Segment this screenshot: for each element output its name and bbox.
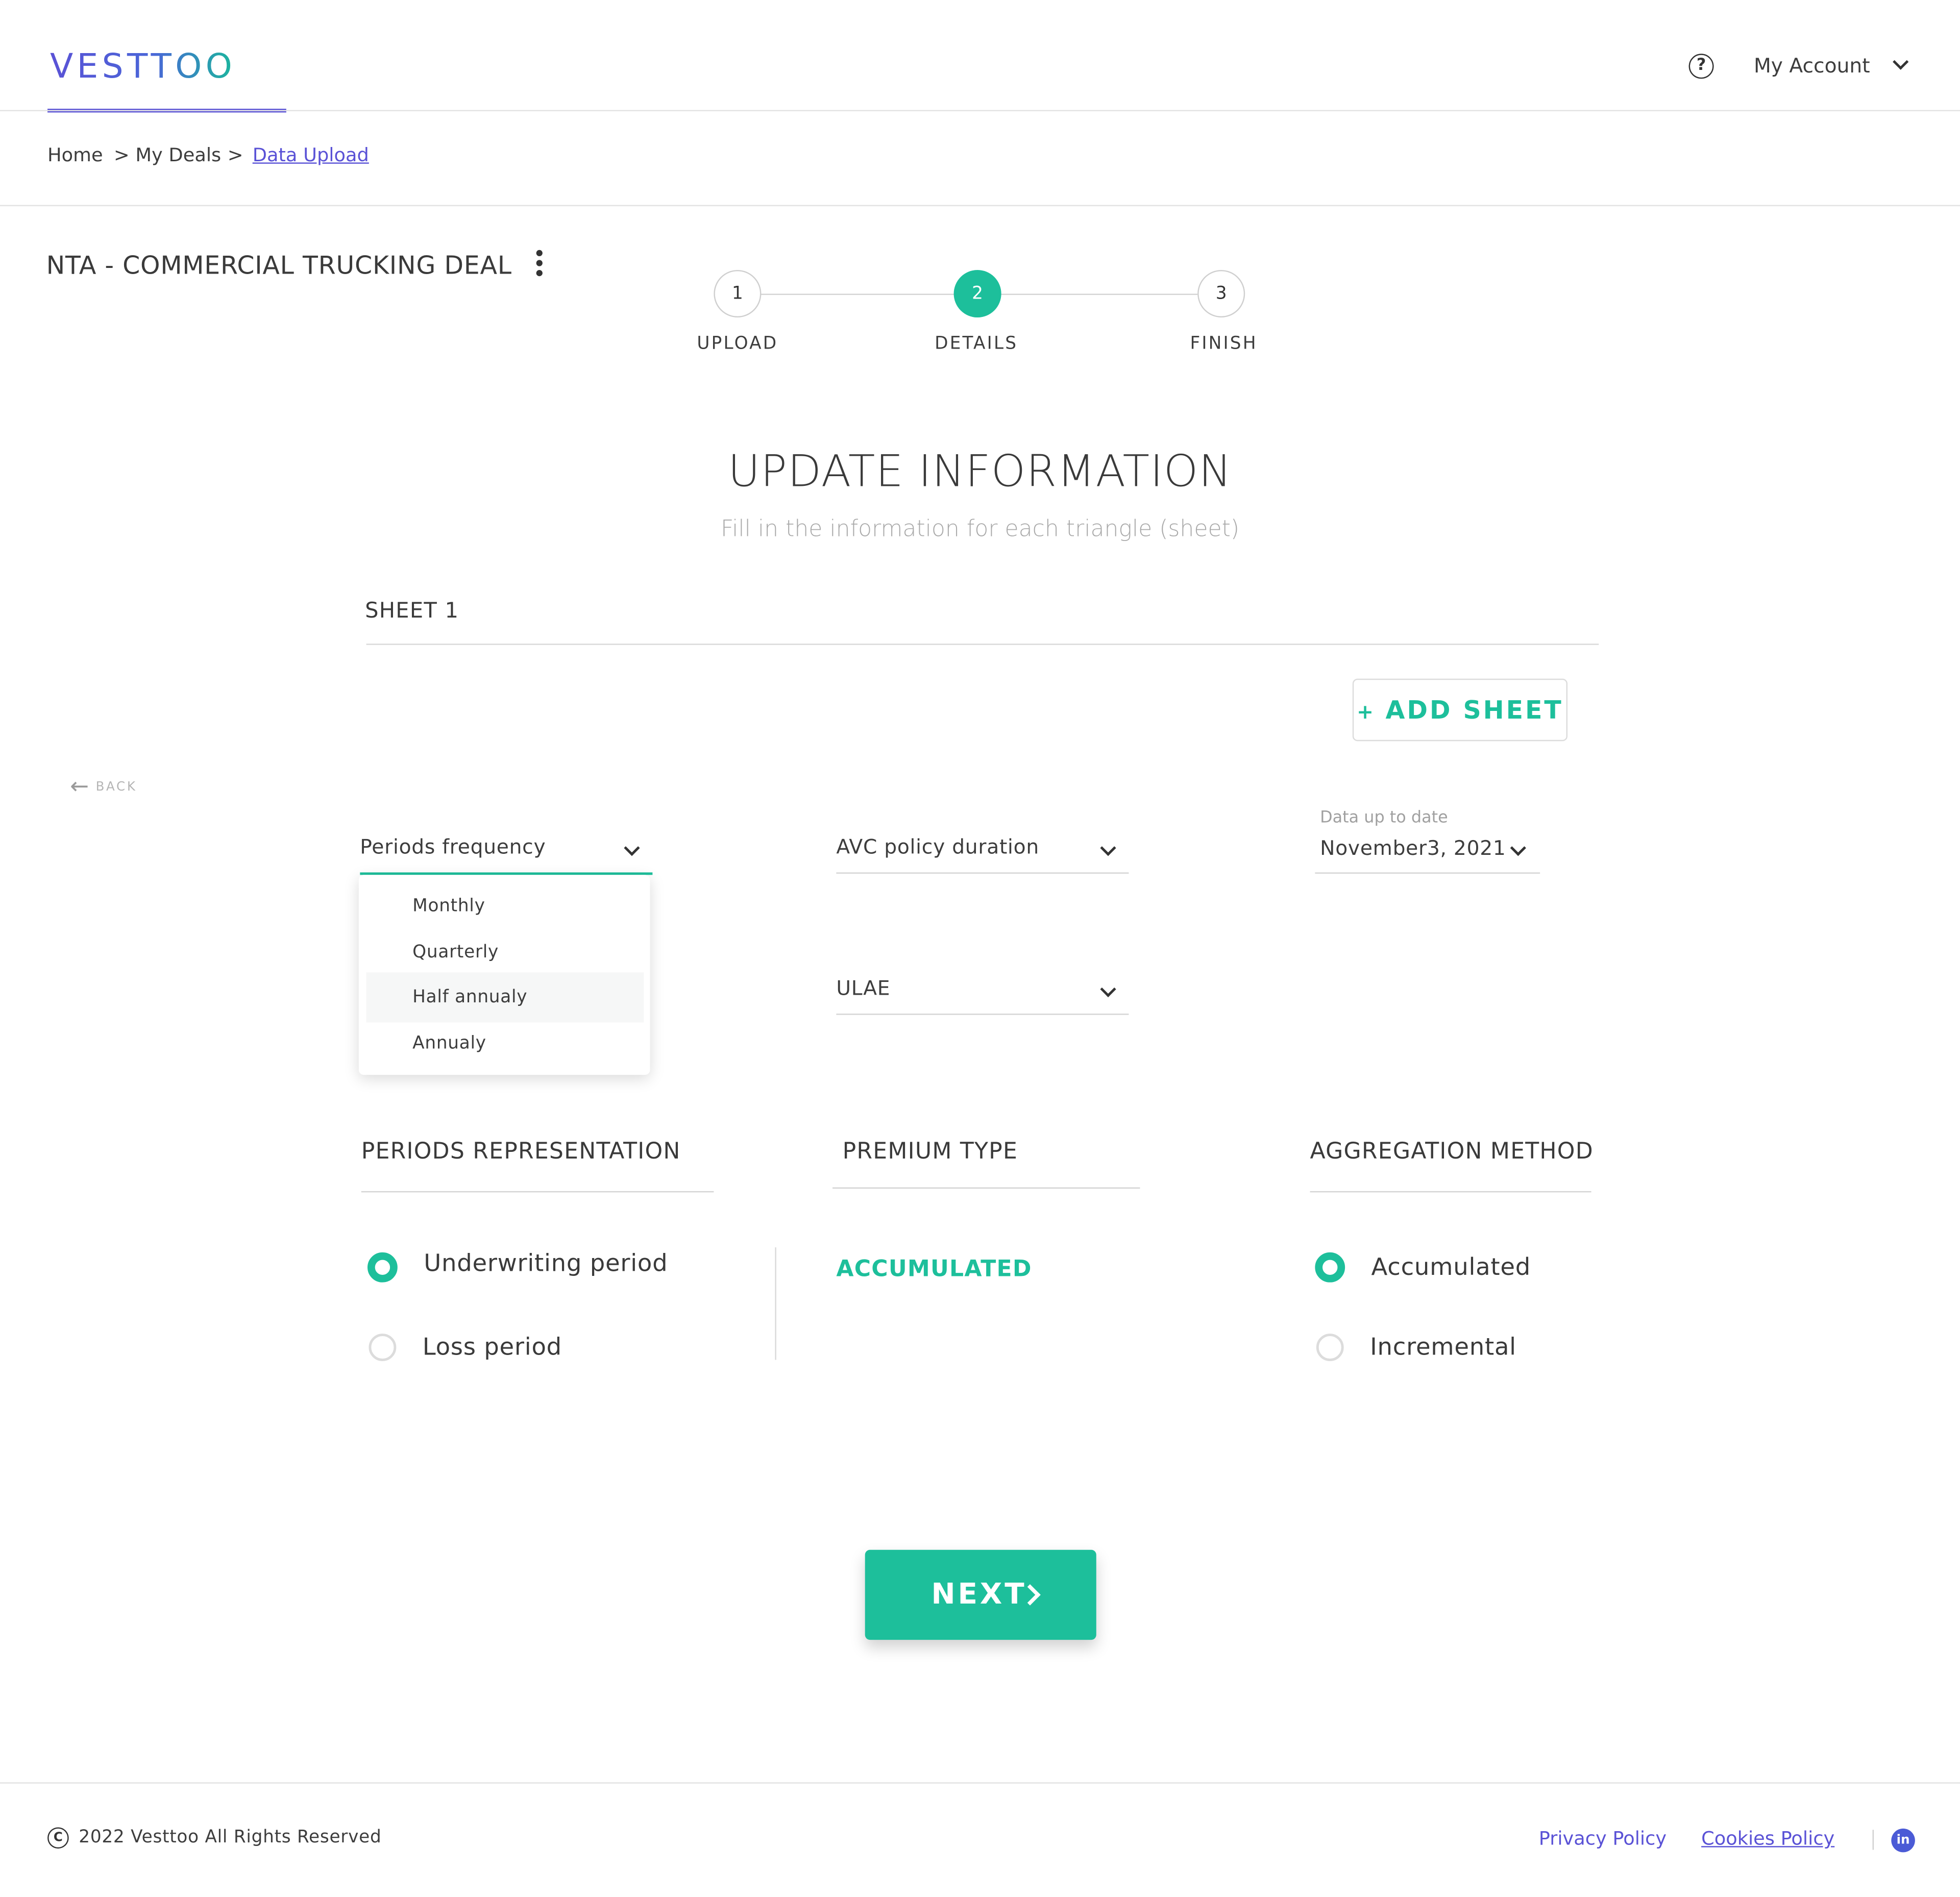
aggregation-method-title: AGGREGATION METHOD [1310,1139,1594,1165]
avc-policy-duration-select[interactable]: AVC policy duration [836,825,1129,874]
more-options-icon[interactable] [536,250,544,280]
footer-separator [1872,1830,1874,1850]
copyright-text: 2022 Vesttoo All Rights Reserved [79,1827,382,1847]
premium-type-value: ACCUMULATED [836,1256,1032,1283]
vesttoo-logo[interactable]: VESTTOO [50,47,236,86]
periods-frequency-select[interactable]: Periods frequency [360,825,653,875]
page-subtitle: Fill in the information for each triangl… [720,516,1240,543]
header-divider [0,110,1960,111]
avc-policy-duration-value: AVC policy duration [836,834,1039,859]
accumulated-radio[interactable] [1315,1252,1345,1283]
loss-period-label[interactable]: Loss period [423,1334,562,1361]
menu-option-monthly[interactable]: Monthly [366,881,644,931]
data-up-to-date-select[interactable]: November3, 2021 [1315,827,1540,874]
vertical-divider [775,1247,776,1360]
page: VESTTOO ? My Account Home > My Deals > D… [0,0,1960,1896]
chevron-down-icon [1100,840,1116,856]
stepper-connector [760,293,955,295]
step-3-circle[interactable]: 3 [1197,269,1245,318]
step-2-circle[interactable]: 2 [953,269,1001,318]
question-circle-icon[interactable]: ? [1688,54,1714,79]
periods-frequency-menu: Monthly Quarterly Half annualy Annualy [358,875,650,1075]
sheet-divider [366,644,1599,645]
deal-title: NTA - COMMERCIAL TRUCKING DEAL [46,250,512,280]
back-button[interactable]: ← BACK [70,774,137,800]
section-divider [361,1191,714,1193]
section-divider [1310,1191,1591,1193]
stepper-connector [1000,293,1198,295]
menu-option-quarterly[interactable]: Quarterly [366,927,644,977]
step-1-label: UPLOAD [697,333,778,354]
add-sheet-label: ADD SHEET [1385,695,1563,725]
add-sheet-button[interactable]: + ADD SHEET [1352,678,1568,742]
step-1-circle[interactable]: 1 [714,269,762,318]
linkedin-icon[interactable]: in [1891,1828,1915,1853]
step-2-label: DETAILS [935,333,1018,354]
chevron-down-icon [624,840,640,856]
underwriting-period-radio[interactable] [368,1252,398,1283]
privacy-policy-link[interactable]: Privacy Policy [1539,1827,1667,1850]
step-3-label: FINISH [1190,333,1258,354]
data-up-to-date-value: November3, 2021 [1320,836,1506,860]
chevron-down-icon [1510,840,1526,856]
breadcrumb-data-upload[interactable]: Data Upload [253,144,369,166]
cookies-policy-link[interactable]: Cookies Policy [1701,1827,1834,1850]
chevron-down-icon[interactable] [1893,54,1909,70]
arrow-left-icon: ← [70,773,91,800]
menu-option-annualy[interactable]: Annualy [366,1019,644,1069]
my-account-menu[interactable]: My Account [1754,54,1870,78]
ulae-select[interactable]: ULAE [836,966,1129,1015]
accumulated-label[interactable]: Accumulated [1371,1253,1531,1281]
breadcrumb-separator: > [227,143,243,166]
incremental-label[interactable]: Incremental [1370,1334,1516,1361]
periods-representation-title: PERIODS REPRESENTATION [361,1139,681,1165]
plus-icon: + [1357,700,1376,724]
back-label: BACK [95,780,137,795]
next-button[interactable]: NEXT [865,1549,1096,1640]
sheet-tab[interactable]: SHEET 1 [365,599,459,624]
data-up-to-date-label: Data up to date [1320,808,1448,828]
breadcrumb-my-deals[interactable]: > My Deals [114,144,221,166]
ulae-value: ULAE [836,976,891,1000]
page-title: UPDATE INFORMATION [728,447,1232,498]
chevron-down-icon [1100,981,1116,997]
loss-period-radio[interactable] [369,1334,397,1361]
incremental-radio[interactable] [1316,1334,1344,1361]
next-label: NEXT [931,1579,1027,1611]
section-divider [832,1187,1140,1189]
periods-frequency-value: Periods frequency [360,834,546,859]
underwriting-period-label[interactable]: Underwriting period [424,1250,668,1277]
breadcrumb-home[interactable]: Home [47,144,103,166]
copyright-icon: C [47,1827,69,1849]
footer-divider [0,1782,1960,1784]
menu-option-half-annualy[interactable]: Half annualy [366,972,644,1023]
breadcrumb-divider [0,205,1960,207]
premium-type-title: PREMIUM TYPE [842,1139,1018,1165]
